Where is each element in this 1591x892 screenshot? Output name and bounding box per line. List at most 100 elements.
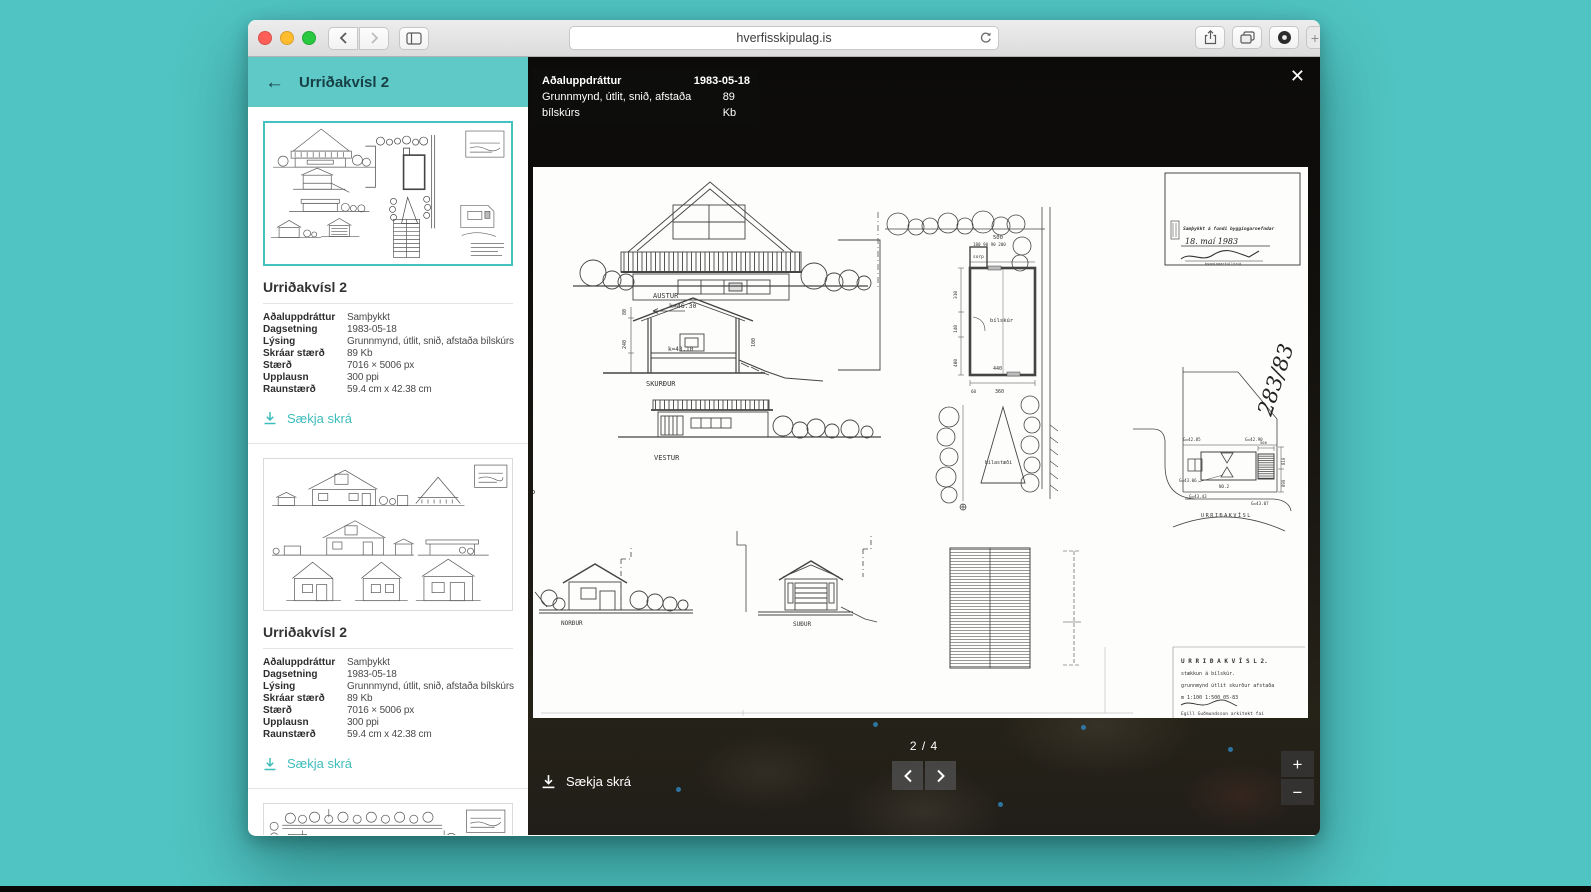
- meta-row: Upplausn300 ppi: [263, 717, 513, 729]
- traffic-lights: [258, 31, 316, 45]
- back-button[interactable]: [328, 27, 358, 50]
- thumbnail-drawing-1[interactable]: [263, 121, 513, 266]
- meta-row: Dagsetning1983-05-18: [263, 324, 513, 336]
- architectural-drawing[interactable]: AUSTUR k=46.30: [533, 167, 1308, 718]
- zoom-window-button[interactable]: [302, 31, 316, 45]
- overlay-date: 1983-05-18: [694, 73, 750, 89]
- meta-row: Stærð7016 × 5006 px: [263, 360, 513, 372]
- download-icon: [263, 411, 277, 425]
- label-sorp: sorp: [973, 255, 984, 260]
- dim-top: 500: [993, 235, 1003, 241]
- overlay-size: 89 Kb: [723, 89, 750, 121]
- dim-site-right1: 810: [1281, 457, 1286, 465]
- titleblock-line4: m 1:100 1:500 05-83: [1181, 695, 1238, 701]
- level-g1: G=42.85: [1183, 437, 1201, 442]
- dim-bottom-left: 60: [971, 389, 977, 394]
- minimize-window-button[interactable]: [280, 31, 294, 45]
- overlay-description: Grunnmynd, útlit, snið, afstaða bílskúrs: [542, 89, 723, 121]
- dim-sec2: 240: [622, 340, 628, 349]
- entry-title: Urriðakvísl 2: [263, 624, 513, 640]
- label-sudur: SUÐUR: [793, 621, 811, 628]
- share-button[interactable]: [1195, 26, 1225, 49]
- level-g5: G=43.07: [1251, 501, 1269, 506]
- meta-row: Raunstærð59.4 cm x 42.38 cm: [263, 384, 513, 396]
- zoom-out-button[interactable]: −: [1281, 779, 1314, 805]
- share-icon: [1204, 30, 1217, 45]
- dim-sec1: 80: [622, 309, 628, 315]
- next-page-button[interactable]: [925, 761, 956, 790]
- thumbnail-1-image: [265, 123, 511, 264]
- download-label: Sækja skrá: [287, 756, 352, 771]
- close-window-button[interactable]: [258, 31, 272, 45]
- download-icon: [263, 757, 277, 771]
- divider: [263, 648, 513, 649]
- meta-row: Raunstærð59.4 cm x 42.38 cm: [263, 729, 513, 741]
- address-bar[interactable]: hverfisskipulag.is: [569, 26, 999, 50]
- download-link[interactable]: Sækja skrá: [263, 756, 513, 771]
- forward-button[interactable]: [359, 27, 389, 50]
- tab-overview-button[interactable]: [1232, 26, 1262, 49]
- new-tab-button[interactable]: +: [1306, 26, 1320, 49]
- dim-site-top: 500: [1260, 440, 1268, 445]
- divider: [248, 788, 528, 789]
- overlay-title: Aðaluppdráttur: [542, 73, 621, 89]
- meta-row: LýsingGrunnmynd, útlit, snið, afstaða bí…: [263, 336, 513, 348]
- thumbnail-drawing-3[interactable]: [263, 803, 513, 835]
- entry-title: Urriðakvísl 2: [263, 279, 513, 295]
- meta-row: AðaluppdrátturSamþykkt: [263, 312, 513, 324]
- previous-page-button[interactable]: [892, 761, 923, 790]
- sidebar-header: ← Urriðakvísl 2: [248, 57, 528, 107]
- meta-row: Dagsetning1983-05-18: [263, 669, 513, 681]
- document-viewer: AUSTUR k=46.30: [528, 57, 1320, 835]
- meta-row: Skráar stærð89 Kb: [263, 693, 513, 705]
- dim-left2: 140: [953, 325, 959, 333]
- meta-row: AðaluppdrátturSamþykkt: [263, 657, 513, 669]
- titleblock-line3: grunnmynd útlit skurður afstaða: [1181, 682, 1274, 689]
- map-marker-dot: [873, 722, 878, 727]
- sidebar: ← Urriðakvísl 2: [248, 57, 528, 835]
- reload-icon: [979, 31, 992, 45]
- page-indicator: 2 / 4: [528, 739, 1320, 753]
- map-marker-dot: [998, 802, 1003, 807]
- dim-left1: 310: [953, 291, 959, 299]
- extension-button[interactable]: [1269, 26, 1299, 49]
- meta-row: Stærð7016 × 5006 px: [263, 705, 513, 717]
- sidebar-title: Urriðakvísl 2: [299, 74, 389, 91]
- reference-number: 283/83: [1253, 341, 1299, 420]
- label-bilskur: bílskúr: [990, 317, 1014, 324]
- divider: [263, 303, 513, 304]
- stamp-role: byggingarfulltrúi: [1205, 262, 1242, 266]
- sidebar-toggle-button[interactable]: [399, 27, 429, 50]
- dim-bottom-inner: 440: [993, 366, 1002, 372]
- meta-row: Upplausn300 ppi: [263, 372, 513, 384]
- level-g3: G=43.06: [1179, 478, 1197, 483]
- stamp-date: 18. maí 1983: [1185, 237, 1238, 246]
- meta-row: LýsingGrunnmynd, útlit, snið, afstaða bí…: [263, 681, 513, 693]
- download-label: Sækja skrá: [287, 411, 352, 426]
- close-viewer-button[interactable]: ✕: [1290, 67, 1305, 85]
- document-info-overlay: Aðaluppdráttur 1983-05-18 Grunnmynd, útl…: [533, 68, 759, 126]
- browser-window: hverfisskipulag.is + ← Urriðakvísl 2: [248, 20, 1320, 836]
- label-vestur: VESTUR: [654, 454, 680, 462]
- back-arrow-icon[interactable]: ←: [265, 73, 284, 92]
- reload-button[interactable]: [979, 31, 992, 48]
- thumbnail-2-image: [264, 459, 512, 611]
- dim-sec3: 100: [751, 338, 757, 347]
- meta-row: Skráar stærð89 Kb: [263, 348, 513, 360]
- dim-bottom: 360: [995, 389, 1004, 395]
- browser-titlebar: hverfisskipulag.is +: [248, 20, 1320, 57]
- stamp-line1: Samþykkt á fundi byggingarnefndar: [1183, 225, 1275, 232]
- titleblock-line5: Egill Guðmundsson arkitekt faí: [1181, 710, 1264, 717]
- thumbnail-drawing-2[interactable]: [263, 458, 513, 612]
- label-no2: NO.2: [1219, 484, 1230, 489]
- zoom-in-button[interactable]: +: [1281, 751, 1314, 777]
- thumbnail-3-image: [264, 804, 512, 835]
- label-bilastaedi: bílastæði: [985, 459, 1012, 466]
- url-text: hverfisskipulag.is: [736, 31, 831, 45]
- download-link[interactable]: Sækja skrá: [263, 411, 513, 426]
- label-street: URRIÐAKVÍSL: [1201, 511, 1252, 519]
- titleblock-line1: U R R I Ð A K V Í S L 2.: [1181, 657, 1268, 665]
- extension-shield-icon: [1277, 30, 1292, 45]
- dim-top-sub: 180 90 90 200: [973, 242, 1006, 247]
- dim-site-right2: 890: [1281, 479, 1286, 487]
